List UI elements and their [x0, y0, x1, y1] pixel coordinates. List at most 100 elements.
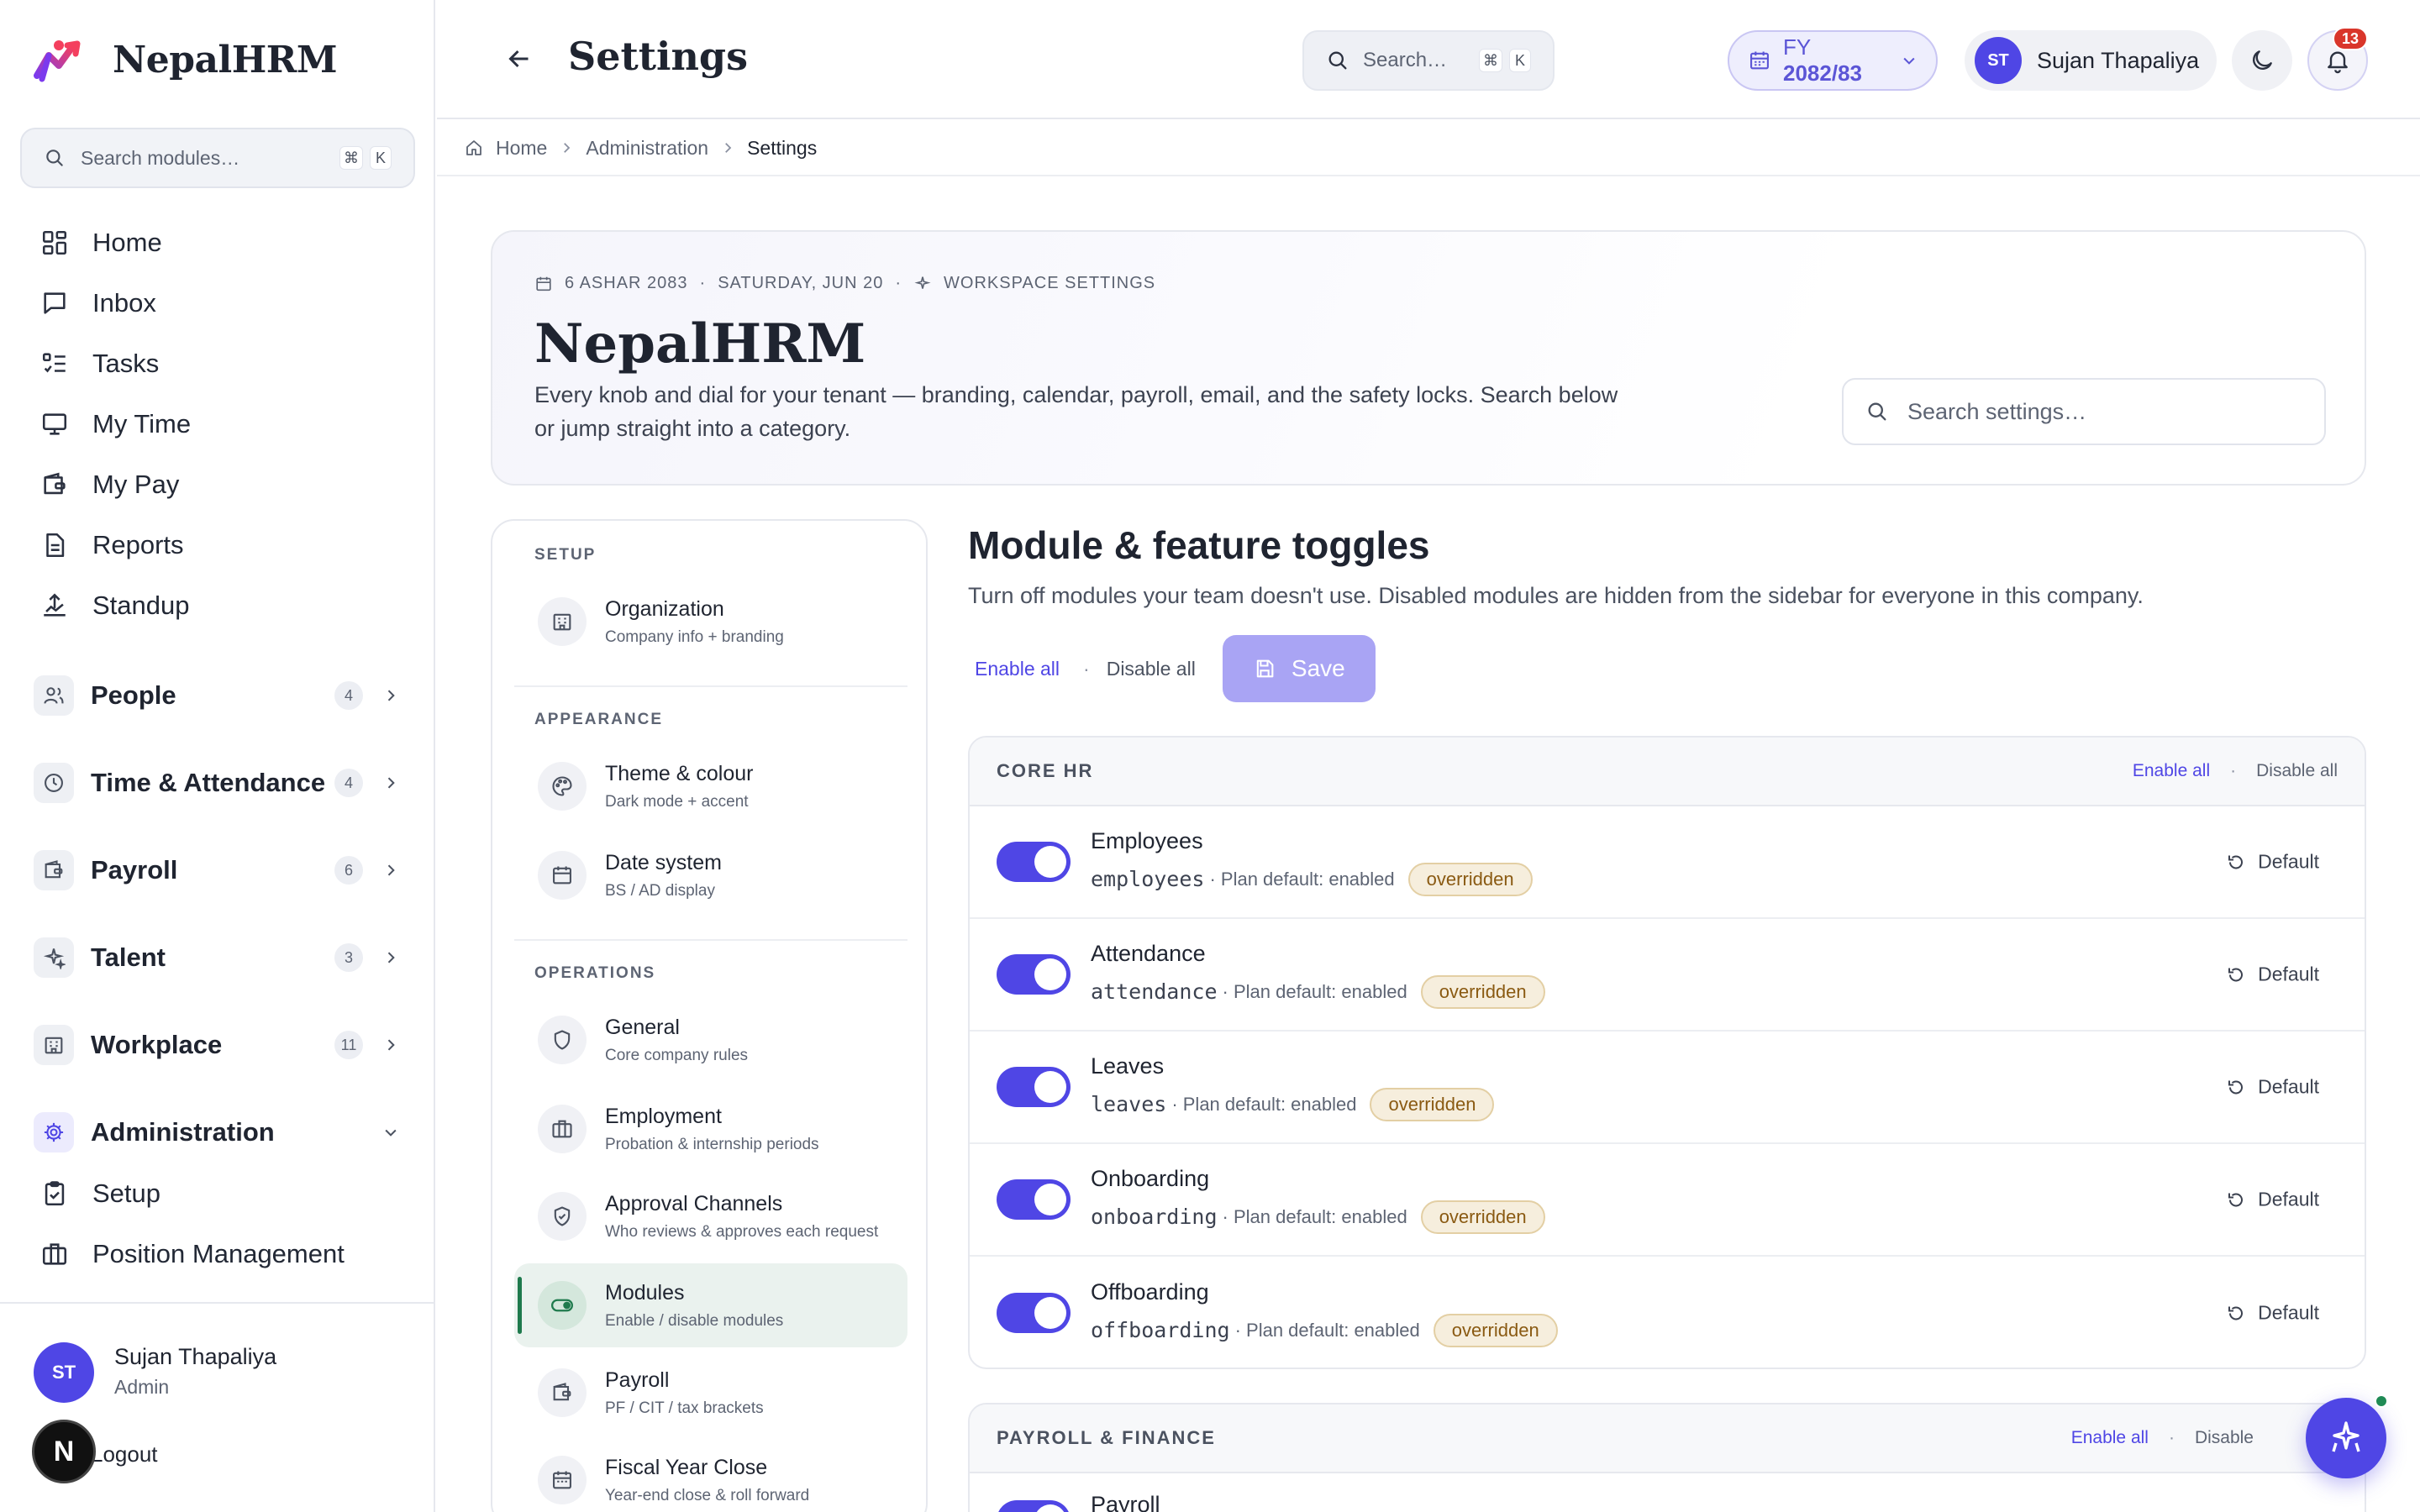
sidebar-group-administration[interactable]: Administration [34, 1107, 403, 1158]
sidebar-group-people[interactable]: People 4 [34, 670, 403, 721]
reset-icon [2226, 1077, 2246, 1097]
category-general[interactable]: General Core company rules [514, 998, 908, 1082]
reset-default-label: Default [2258, 850, 2319, 873]
module-row-employees: Employees employees · Plan default: enab… [970, 806, 2365, 919]
module-row-onboarding: Onboarding onboarding · Plan default: en… [970, 1144, 2365, 1257]
module-toggle[interactable] [997, 842, 1071, 882]
category-subtitle: Company info + branding [605, 627, 784, 646]
briefcase-icon [538, 1105, 587, 1153]
category-approval-channels[interactable]: Approval Channels Who reviews & approves … [514, 1174, 908, 1258]
category-organization[interactable]: Organization Company info + branding [514, 580, 908, 664]
dev-tools-badge[interactable]: N [32, 1420, 96, 1483]
category-modules[interactable]: Modules Enable / disable modules [514, 1263, 908, 1347]
section-disable-all-button[interactable]: Disable [2195, 1428, 2254, 1448]
user-menu[interactable]: ST Sujan Thapaliya [1965, 30, 2217, 91]
chevron-right-icon [378, 858, 403, 883]
category-theme-colour[interactable]: Theme & colour Dark mode + accent [514, 744, 908, 828]
sidebar-item-my-pay[interactable]: My Pay [39, 469, 179, 501]
module-row-leaves: Leaves leaves · Plan default: enabled ov… [970, 1032, 2365, 1144]
toggle-icon [538, 1281, 587, 1330]
section-enable-all-button[interactable]: Enable all [2071, 1428, 2149, 1448]
module-name: Leaves [1091, 1053, 1165, 1079]
assistant-fab-button[interactable] [2306, 1398, 2386, 1478]
category-title: Payroll [605, 1368, 670, 1392]
toggle-knob [1034, 846, 1066, 878]
action-separator: · [2168, 1428, 2175, 1447]
sidebar-item-tasks[interactable]: Tasks [39, 348, 159, 380]
section-disable-all-button[interactable]: Disable all [2256, 761, 2338, 781]
reset-default-label: Default [2258, 1188, 2319, 1210]
global-search-input[interactable]: Search… ⌘ K [1302, 30, 1555, 91]
brand[interactable]: NepalHRM [34, 37, 338, 82]
sidebar-item-standup[interactable]: Standup [39, 590, 190, 622]
category-title: General [605, 1015, 680, 1039]
top-bar: Settings Search… ⌘ K FY 2082/83 ST Sujan… [437, 0, 2420, 119]
category-payroll[interactable]: Payroll PF / CIT / tax brackets [514, 1351, 908, 1435]
settings-category-nav: SETUP Organization Company info + brandin… [491, 519, 928, 1512]
reset-default-label: Default [2258, 1075, 2319, 1098]
save-label: Save [1291, 655, 1345, 681]
sidebar-item-position-management[interactable]: Position Management [39, 1238, 345, 1270]
chevron-right-icon [378, 683, 403, 708]
bell-icon [2324, 47, 2351, 74]
category-subtitle: Dark mode + accent [605, 792, 749, 811]
category-date-system[interactable]: Date system BS / AD display [514, 833, 908, 917]
chevron-right-icon [378, 945, 403, 970]
category-fiscal-year-close[interactable]: Fiscal Year Close Year-end close & roll f… [514, 1438, 908, 1512]
kbd-k: K [370, 146, 392, 170]
theme-toggle-button[interactable] [2232, 30, 2292, 91]
avatar[interactable]: ST [34, 1342, 94, 1403]
sidebar-item-inbox[interactable]: Inbox [39, 287, 156, 319]
section-description: Turn off modules your team doesn't use. … [968, 583, 2144, 608]
disable-all-button[interactable]: Disable all [1107, 658, 1196, 680]
fiscal-year-selector[interactable]: FY 2082/83 [1728, 30, 1938, 91]
category-subtitle: PF / CIT / tax brackets [605, 1399, 764, 1417]
building-icon [34, 1025, 74, 1065]
breadcrumb-home[interactable]: Home [496, 137, 547, 160]
breadcrumb-administration[interactable]: Administration [586, 137, 708, 160]
module-toggle[interactable] [997, 1293, 1071, 1333]
module-toggle[interactable] [997, 954, 1071, 995]
sidebar-item-home[interactable]: Home [39, 227, 162, 259]
breadcrumb: Home Administration Settings [437, 121, 2420, 176]
module-plan-default: · Plan default: enabled [1222, 1205, 1407, 1227]
sidebar-group-time-attendance[interactable]: Time & Attendance 4 [34, 758, 403, 808]
wallet-icon [538, 1368, 587, 1417]
module-toggle[interactable] [997, 1500, 1071, 1512]
section-enable-all-button[interactable]: Enable all [2133, 761, 2210, 781]
reset-default-button[interactable]: Default [2226, 1076, 2319, 1099]
sidebar-item-reports[interactable]: Reports [39, 529, 184, 561]
reset-icon [2226, 1303, 2246, 1323]
module-toggle[interactable] [997, 1179, 1071, 1220]
hero-description: Every knob and dial for your tenant — br… [534, 382, 1618, 441]
sidebar-item-label: Reports [92, 530, 184, 559]
module-search-input[interactable]: Search modules… ⌘ K [20, 128, 415, 188]
save-button[interactable]: Save [1222, 635, 1376, 702]
sidebar-item-setup[interactable]: Setup [39, 1178, 160, 1210]
sidebar-item-my-time[interactable]: My Time [39, 408, 191, 440]
logo-icon [34, 37, 89, 82]
logout-link[interactable]: Logout [91, 1441, 158, 1467]
shield-icon [538, 1016, 587, 1064]
category-subtitle: Year-end close & roll forward [605, 1486, 810, 1504]
kbd-cmd: ⌘ [1479, 49, 1502, 72]
reset-default-button[interactable]: Default [2226, 1189, 2319, 1211]
sidebar-group-talent[interactable]: Talent 3 [34, 932, 403, 983]
module-row-payroll: Payroll [970, 1473, 2365, 1512]
settings-search-input[interactable]: Search settings… [1842, 378, 2326, 445]
reset-default-button[interactable]: Default [2226, 1302, 2319, 1325]
reset-default-button[interactable]: Default [2226, 851, 2319, 874]
back-arrow-icon[interactable] [504, 44, 534, 74]
sidebar-group-payroll[interactable]: Payroll 6 [34, 845, 403, 895]
building-icon [538, 597, 587, 646]
module-section-header: CORE HR Enable all · Disable all [970, 738, 2365, 806]
hero-meta: 6 ASHAR 2083 · SATURDAY, JUN 20 · WORKSP… [534, 274, 1155, 293]
enable-all-button[interactable]: Enable all [968, 658, 1066, 680]
clock-icon [34, 763, 74, 803]
sidebar-group-workplace[interactable]: Workplace 11 [34, 1020, 403, 1070]
reset-default-button[interactable]: Default [2226, 963, 2319, 986]
module-toggle[interactable] [997, 1067, 1071, 1107]
category-title: Fiscal Year Close [605, 1455, 768, 1479]
hero-date-bs: 6 ASHAR 2083 [565, 274, 688, 292]
category-employment[interactable]: Employment Probation & internship periods [514, 1087, 908, 1171]
